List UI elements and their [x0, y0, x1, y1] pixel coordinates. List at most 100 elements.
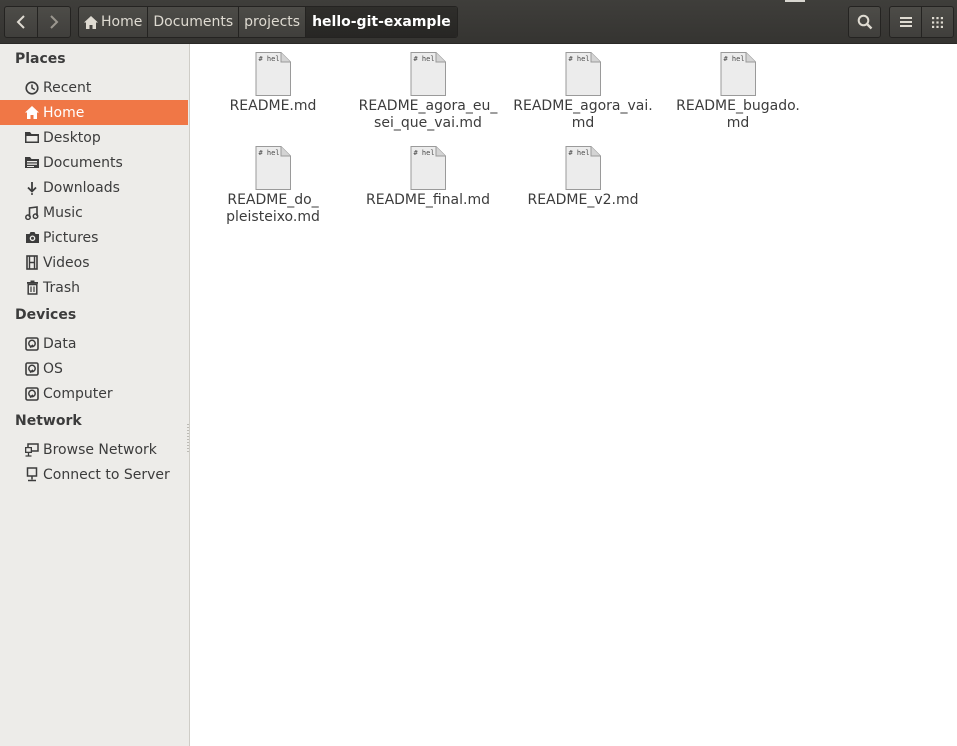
sidebar-item-documents[interactable]: Documents — [0, 150, 188, 175]
grid-view-button[interactable] — [921, 7, 953, 37]
text-file-icon: # hel — [720, 52, 756, 96]
sidebar-item-label: Browse Network — [43, 441, 157, 458]
text-file-icon: # hel — [565, 146, 601, 190]
section-header-network: Network — [15, 413, 82, 429]
text-file-icon: # hel — [410, 146, 446, 190]
sidebar-item-label: Connect to Server — [43, 466, 170, 483]
trash-icon — [24, 280, 40, 296]
server-icon — [24, 467, 40, 483]
document-icon — [24, 155, 40, 171]
file-item[interactable]: # hel README.md — [198, 52, 348, 115]
text-file-icon: # hel — [565, 52, 601, 96]
list-icon — [899, 17, 912, 27]
sidebar-item-trash[interactable]: Trash — [0, 275, 188, 300]
file-name: README_agora_vai. md — [513, 98, 653, 131]
sidebar-item-videos[interactable]: Videos — [0, 250, 188, 275]
sidebar-item-computer[interactable]: Computer — [0, 381, 188, 406]
file-item[interactable]: # hel README_do_ pleisteixo.md — [198, 146, 348, 226]
sidebar-item-downloads[interactable]: Downloads — [0, 175, 188, 200]
chevron-right-icon — [50, 15, 59, 29]
clock-icon — [24, 80, 40, 96]
drive-icon — [24, 336, 40, 352]
breadcrumb-label: Documents — [153, 14, 234, 30]
grid-icon — [932, 16, 943, 28]
sidebar-item-label: Computer — [43, 385, 113, 402]
file-name: README_final.md — [366, 192, 490, 208]
sidebar-item-label: Data — [43, 335, 77, 352]
sidebar-item-label: Recent — [43, 79, 92, 96]
breadcrumb-hello-git-example[interactable]: hello-git-example — [305, 7, 457, 37]
sidebar-item-label: Music — [43, 204, 83, 221]
file-name: README.md — [229, 98, 317, 114]
folder-icon — [24, 130, 40, 146]
breadcrumb-documents[interactable]: Documents — [147, 7, 238, 37]
file-item[interactable]: # hel README_agora_eu_ sei_que_vai.md — [353, 52, 503, 132]
back-button[interactable] — [5, 7, 37, 37]
file-preview-text: # hel — [724, 55, 745, 63]
network-icon — [24, 442, 40, 458]
film-icon — [24, 255, 40, 271]
file-item[interactable]: # hel README_agora_vai. md — [508, 52, 658, 132]
sidebar-item-data[interactable]: Data — [0, 331, 188, 356]
file-preview-text: # hel — [569, 55, 590, 63]
sidebar-resize-handle[interactable] — [187, 424, 189, 454]
file-name: README_do_ pleisteixo.md — [226, 192, 320, 225]
file-name: README_bugado. md — [676, 98, 800, 131]
sidebar-item-connect-to-server[interactable]: Connect to Server — [0, 462, 188, 487]
camera-icon — [24, 230, 40, 246]
window-edge-marker — [785, 0, 805, 2]
list-view-button[interactable] — [890, 7, 921, 37]
sidebar-item-label: Desktop — [43, 129, 101, 146]
sidebar-item-label: Home — [43, 104, 85, 121]
download-icon — [24, 180, 40, 196]
breadcrumb-home[interactable]: Home — [79, 7, 147, 37]
sidebar-item-label: Videos — [43, 254, 90, 271]
sidebar-item-label: Pictures — [43, 229, 99, 246]
file-item[interactable]: # hel README_bugado. md — [663, 52, 813, 132]
sidebar-item-label: Trash — [43, 279, 80, 296]
file-preview-text: # hel — [259, 55, 280, 63]
text-file-icon: # hel — [410, 52, 446, 96]
file-preview-text: # hel — [414, 55, 435, 63]
breadcrumb-label: Home — [101, 14, 143, 30]
file-preview-text: # hel — [569, 149, 590, 157]
file-name: README_agora_eu_ sei_que_vai.md — [358, 98, 498, 131]
search-button[interactable] — [848, 6, 881, 38]
search-icon — [857, 14, 872, 30]
file-preview-text: # hel — [414, 149, 435, 157]
sidebar-item-label: Documents — [43, 154, 123, 171]
drive-icon — [24, 361, 40, 377]
sidebar-item-music[interactable]: Music — [0, 200, 188, 225]
sidebar-item-pictures[interactable]: Pictures — [0, 225, 188, 250]
sidebar-item-home[interactable]: Home — [0, 100, 188, 125]
sidebar-item-browse-network[interactable]: Browse Network — [0, 437, 188, 462]
sidebar-item-recent[interactable]: Recent — [0, 75, 188, 100]
music-icon — [24, 205, 40, 221]
search-button-inner[interactable] — [849, 7, 880, 37]
forward-button[interactable] — [37, 7, 70, 37]
sidebar: Places Recent Home Desktop Documents Dow… — [0, 44, 190, 746]
view-switcher — [889, 6, 954, 38]
breadcrumb: Home Documents projects hello-git-exampl… — [78, 6, 458, 38]
sidebar-item-os[interactable]: OS — [0, 356, 188, 381]
sidebar-item-label: OS — [43, 360, 63, 377]
text-file-icon: # hel — [255, 146, 291, 190]
drive-icon — [24, 386, 40, 402]
history-navigation — [4, 6, 71, 38]
file-item[interactable]: # hel README_final.md — [353, 146, 503, 209]
section-header-devices: Devices — [15, 307, 77, 323]
breadcrumb-label: hello-git-example — [312, 14, 451, 30]
file-preview-text: # hel — [259, 149, 280, 157]
home-icon — [24, 105, 40, 121]
breadcrumb-label: projects — [244, 14, 301, 30]
file-item[interactable]: # hel README_v2.md — [508, 146, 658, 209]
sidebar-item-label: Downloads — [43, 179, 120, 196]
text-file-icon: # hel — [255, 52, 291, 96]
header-bar: Home Documents projects hello-git-exampl… — [0, 0, 957, 44]
file-grid: # hel README.md # hel README_agora_eu_ sei_… — [190, 44, 957, 746]
section-header-places: Places — [15, 51, 66, 67]
chevron-left-icon — [16, 15, 25, 29]
file-name: README_v2.md — [527, 192, 639, 208]
sidebar-item-desktop[interactable]: Desktop — [0, 125, 188, 150]
breadcrumb-projects[interactable]: projects — [238, 7, 305, 37]
